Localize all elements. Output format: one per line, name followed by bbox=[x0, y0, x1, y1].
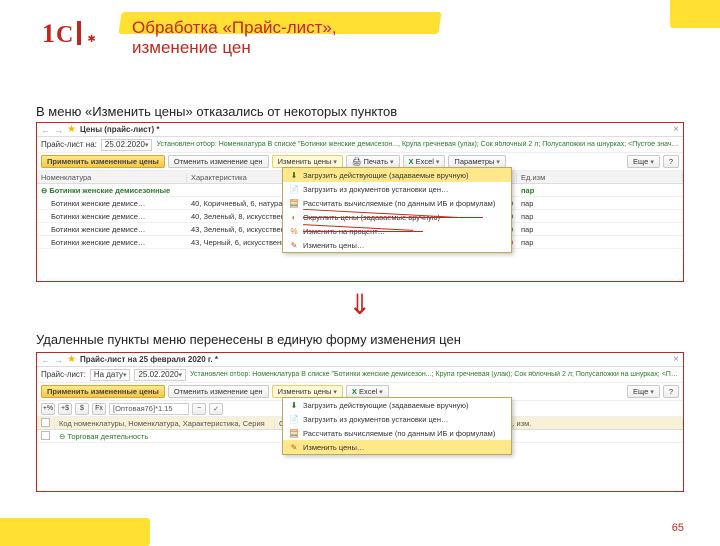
fwd-icon[interactable]: → bbox=[54, 125, 63, 135]
more-button[interactable]: Еще ▾ bbox=[627, 385, 660, 398]
pricelist-mode-label: Прайс-лист: bbox=[41, 370, 86, 379]
screenshot-after: ← → ★ Прайс-лист на 25 февраля 2020 г. *… bbox=[36, 352, 684, 492]
help-button[interactable]: ? bbox=[663, 155, 679, 168]
dd-load-docs[interactable]: 📄Загрузить из документов установки цен… bbox=[283, 182, 511, 196]
dd-change[interactable]: ✎Изменить цены… bbox=[283, 440, 511, 454]
add-percent-button[interactable]: +% bbox=[41, 403, 55, 415]
logo-1c: 1C✱ bbox=[42, 18, 96, 49]
screenshot-before: ← → ★ Цены (прайс-лист) * × Прайс-лист н… bbox=[36, 122, 684, 282]
dd-change[interactable]: ✎Изменить цены… bbox=[283, 238, 511, 252]
apply-button[interactable]: Применить измененные цены bbox=[41, 155, 165, 168]
window-title: Прайс-лист на 25 февраля 2020 г. * bbox=[80, 355, 673, 364]
change-prices-dropdown: ⬇Загрузить действующие (задаваемые вручн… bbox=[282, 167, 512, 253]
caption-before: В меню «Изменить цены» отказались от нек… bbox=[36, 104, 397, 119]
favorite-icon[interactable]: ★ bbox=[67, 354, 76, 365]
filter-text[interactable]: Установлен отбор: Номенклатура В списке … bbox=[156, 141, 679, 148]
col-nomenclature[interactable]: Номенклатура bbox=[37, 173, 187, 182]
dd-percent[interactable]: %Изменить на процент… bbox=[283, 224, 511, 238]
more-button[interactable]: Еще ▾ bbox=[627, 155, 660, 168]
cancel-button[interactable]: Отменить изменение цен bbox=[168, 155, 269, 168]
window-title: Цены (прайс-лист) * bbox=[80, 125, 673, 134]
dd-load-docs[interactable]: 📄Загрузить из документов установки цен… bbox=[283, 412, 511, 426]
add-amount-button[interactable]: +$ bbox=[58, 403, 72, 415]
slide-title: Обработка «Прайс-лист», изменение цен bbox=[132, 18, 412, 59]
formula-input[interactable]: [Оптовая76]*1.15 bbox=[109, 403, 189, 415]
date-field[interactable]: 25.02.2020 ▾ bbox=[134, 369, 186, 381]
cancel-button[interactable]: Отменить изменение цен bbox=[168, 385, 269, 398]
pricelist-date-label: Прайс-лист на: bbox=[41, 140, 97, 149]
set-amount-button[interactable]: $ bbox=[75, 403, 89, 415]
apply-formula-button[interactable]: ✓ bbox=[209, 403, 223, 415]
dd-load-current[interactable]: ⬇Загрузить действующие (задаваемые вручн… bbox=[283, 398, 511, 412]
favorite-icon[interactable]: ★ bbox=[67, 124, 76, 135]
fx-button[interactable]: Fx bbox=[92, 403, 106, 415]
select-all-checkbox[interactable] bbox=[41, 418, 50, 427]
dd-recalc[interactable]: 🧮Рассчитать вычисляемые (по данным ИБ и … bbox=[283, 196, 511, 210]
help-button[interactable]: ? bbox=[663, 385, 679, 398]
dd-load-current[interactable]: ⬇Загрузить действующие (задаваемые вручн… bbox=[283, 168, 511, 182]
close-icon[interactable]: × bbox=[673, 124, 679, 135]
fwd-icon[interactable]: → bbox=[54, 355, 63, 365]
mode-field[interactable]: На дату ▾ bbox=[90, 369, 131, 381]
close-icon[interactable]: × bbox=[673, 354, 679, 365]
caption-after: Удаленные пункты меню перенесены в едину… bbox=[36, 332, 461, 347]
window-titlebar: ← → ★ Цены (прайс-лист) * × bbox=[37, 123, 683, 137]
apply-button[interactable]: Применить измененные цены bbox=[41, 385, 165, 398]
col-unit[interactable]: Ед. изм. bbox=[499, 419, 683, 428]
down-arrow-icon: ⇓ bbox=[348, 288, 371, 321]
back-icon[interactable]: ← bbox=[41, 125, 50, 135]
filter-text[interactable]: Установлен отбор: Номенклатура В списке … bbox=[190, 371, 679, 378]
date-field[interactable]: 25.02.2020▾ bbox=[101, 139, 153, 151]
dd-recalc[interactable]: 🧮Рассчитать вычисляемые (по данным ИБ и … bbox=[283, 426, 511, 440]
col-unit[interactable]: Ед.изм bbox=[517, 173, 683, 182]
change-prices-dropdown: ⬇Загрузить действующие (задаваемые вручн… bbox=[282, 397, 512, 455]
col-code[interactable]: Код номенклатуры, Номенклатура, Характер… bbox=[55, 419, 275, 428]
dd-round[interactable]: ◐Округлить цены (задаваемые вручную) bbox=[283, 210, 511, 224]
back-icon[interactable]: ← bbox=[41, 355, 50, 365]
page-number: 65 bbox=[672, 522, 684, 534]
clear-button[interactable]: − bbox=[192, 403, 206, 415]
